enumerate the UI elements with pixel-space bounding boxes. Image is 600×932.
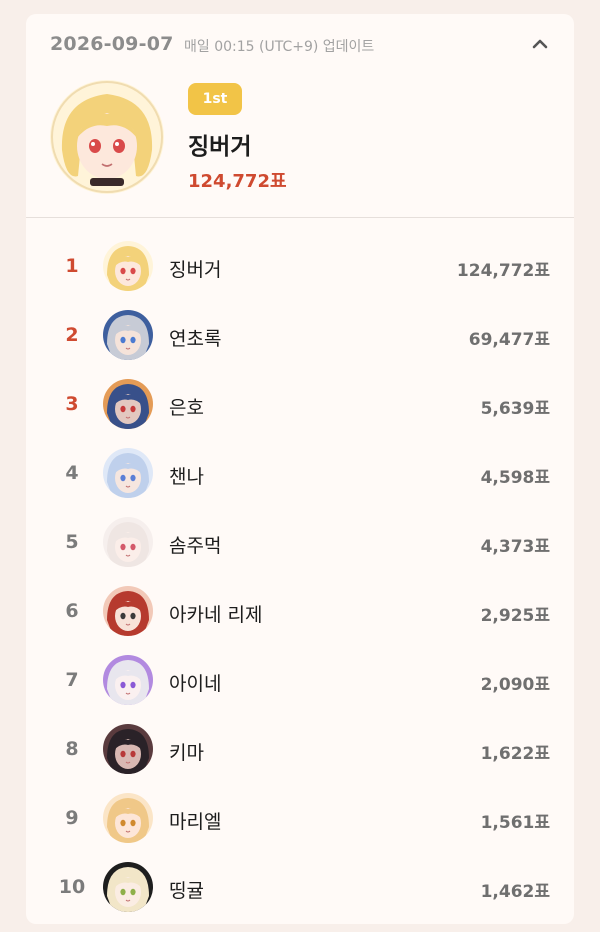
first-place-votes: 124,772표	[188, 171, 287, 192]
rank-number: 4	[65, 462, 79, 484]
streamer-avatar	[103, 655, 153, 705]
streamer-name: 아카네 리제	[169, 604, 263, 626]
ranking-row[interactable]: 2 연초록 69,477표	[26, 302, 574, 371]
vote-count: 4,373표	[480, 537, 550, 557]
first-place-highlight[interactable]: 1st 징버거 124,772표	[26, 74, 574, 218]
streamer-avatar	[103, 793, 153, 843]
ranking-header: 2026-09-07 매일 00:15 (UTC+9) 업데이트	[26, 14, 574, 74]
rank-number: 6	[65, 600, 79, 622]
streamer-name: 솜주먹	[169, 535, 222, 557]
rank-number: 9	[65, 807, 79, 829]
streamer-name: 챈나	[169, 466, 204, 488]
ranking-row[interactable]: 10 띵귤 1,462표	[26, 854, 574, 923]
streamer-avatar	[103, 724, 153, 774]
vote-count: 4,598표	[480, 468, 550, 488]
rank-number: 8	[65, 738, 79, 760]
rank-number: 5	[65, 531, 79, 553]
streamer-avatar	[103, 448, 153, 498]
ranking-row[interactable]: 3 은호 5,639표	[26, 371, 574, 440]
streamer-name: 연초록	[169, 328, 222, 350]
ranking-date: 2026-09-07	[50, 33, 174, 55]
vote-count: 1,622표	[480, 744, 550, 764]
rank-number: 1	[65, 255, 79, 277]
vote-count: 2,925표	[480, 606, 550, 626]
chevron-up-icon[interactable]	[526, 30, 554, 58]
streamer-name: 띵귤	[169, 880, 204, 902]
ranking-row[interactable]: 6 아카네 리제 2,925표	[26, 578, 574, 647]
streamer-name: 은호	[169, 397, 204, 419]
update-schedule: 매일 00:15 (UTC+9) 업데이트	[184, 39, 375, 55]
first-place-badge: 1st	[188, 83, 242, 115]
ranking-list: 1 징버거 124,772표 2 연초록 69,477표 3 은호 5,639표 4 챈나 4,598…	[26, 233, 574, 923]
ranking-row[interactable]: 1 징버거 124,772표	[26, 233, 574, 302]
streamer-avatar	[103, 586, 153, 636]
ranking-row[interactable]: 7 아이네 2,090표	[26, 647, 574, 716]
ranking-row[interactable]: 5 솜주먹 4,373표	[26, 509, 574, 578]
first-place-name: 징버거	[188, 134, 252, 160]
vote-count: 1,462표	[480, 882, 550, 902]
streamer-name: 징버거	[169, 259, 222, 281]
vote-count: 1,561표	[480, 813, 550, 833]
streamer-avatar	[103, 310, 153, 360]
ranking-card: 2026-09-07 매일 00:15 (UTC+9) 업데이트 1st 징버거…	[26, 14, 574, 924]
streamer-name: 아이네	[169, 673, 222, 695]
divider	[26, 217, 574, 218]
rank-number: 10	[58, 876, 86, 898]
ranking-row[interactable]: 8 키마 1,622표	[26, 716, 574, 785]
rank-number: 7	[65, 669, 79, 691]
vote-count: 5,639표	[480, 399, 550, 419]
ranking-row[interactable]: 9 마리엘 1,561표	[26, 785, 574, 854]
vote-count: 2,090표	[480, 675, 550, 695]
rank-number: 2	[65, 324, 79, 346]
streamer-avatar	[103, 241, 153, 291]
vote-count: 69,477표	[468, 330, 550, 350]
ranking-row[interactable]: 4 챈나 4,598표	[26, 440, 574, 509]
vote-count: 124,772표	[456, 261, 550, 281]
streamer-avatar	[103, 517, 153, 567]
first-place-avatar	[50, 80, 164, 194]
streamer-name: 마리엘	[169, 811, 222, 833]
streamer-name: 키마	[169, 742, 204, 764]
rank-number: 3	[65, 393, 79, 415]
streamer-avatar	[103, 862, 153, 912]
streamer-avatar	[103, 379, 153, 429]
